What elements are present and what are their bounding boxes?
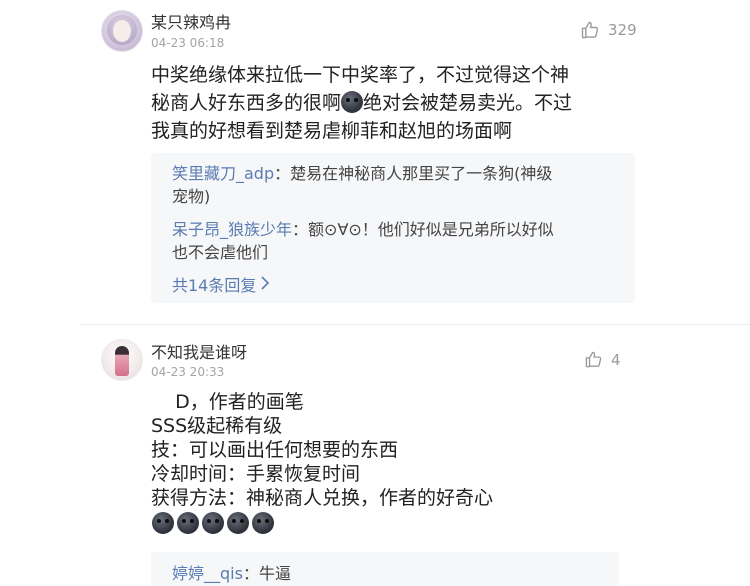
reply-separator: ： [274,164,291,183]
reply-item[interactable]: 笑里藏刀_adp：楚易在神秘商人那里买了一条狗(神级 宠物) [172,162,622,208]
dark-face-emoji [227,512,249,534]
reply-username[interactable]: 呆子昂_狼族少年 [172,220,292,239]
reply-separator: ： [242,564,259,583]
thumbs-up-icon [580,20,600,40]
like-button[interactable]: 329 [580,20,637,40]
comment-username[interactable]: 不知我是谁呀 [151,339,247,363]
comment-content: D，作者的画笔 SSS级起稀有级 技：可以画出任何想要的东西 冷却时间：手累恢复… [151,391,494,509]
view-all-replies-link[interactable]: 共14条回复 [172,272,270,296]
reply-item[interactable]: 呆子昂_狼族少年：额⊙∀⊙！他们好似是兄弟所以好似 也不会虐他们 [172,218,622,264]
user-avatar[interactable] [101,339,143,381]
dark-face-emoji [252,512,274,534]
view-all-replies-label: 共14条回复 [172,276,257,295]
dark-face-emoji [202,512,224,534]
reply-username[interactable]: 笑里藏刀_adp [172,164,274,183]
reply-item[interactable]: 婷婷__qis：牛逼 [172,562,622,585]
reply-username[interactable]: 婷婷__qis [172,564,243,583]
reply-separator: ： [292,220,309,239]
comment-timestamp: 04-23 06:18 [151,36,225,50]
dark-face-emoji [152,512,174,534]
like-count: 4 [611,350,621,369]
comment-username[interactable]: 某只辣鸡冉 [151,9,231,33]
user-avatar[interactable] [101,10,143,52]
emoji-row [152,512,274,534]
replies-box: 婷婷__qis：牛逼 [151,552,619,586]
replies-box: 笑里藏刀_adp：楚易在神秘商人那里买了一条狗(神级 宠物) 呆子昂_狼族少年：… [151,153,635,303]
avatar-figure [115,346,129,376]
avatar-face [113,20,131,42]
comment-divider [80,324,750,325]
chevron-right-icon [256,275,270,294]
comment-timestamp: 04-23 20:33 [151,365,225,379]
dark-face-emoji [177,512,199,534]
like-button[interactable]: 4 [584,350,621,369]
dark-face-emoji [341,91,364,113]
like-count: 329 [608,21,637,39]
reply-text: 牛逼 [258,564,291,583]
comment-content: 中奖绝缘体来拉低一下中奖率了，不过觉得这个神 秘商人好东西多的很啊 绝对会被楚易卖… [151,61,631,145]
thumbs-up-icon [584,350,603,369]
